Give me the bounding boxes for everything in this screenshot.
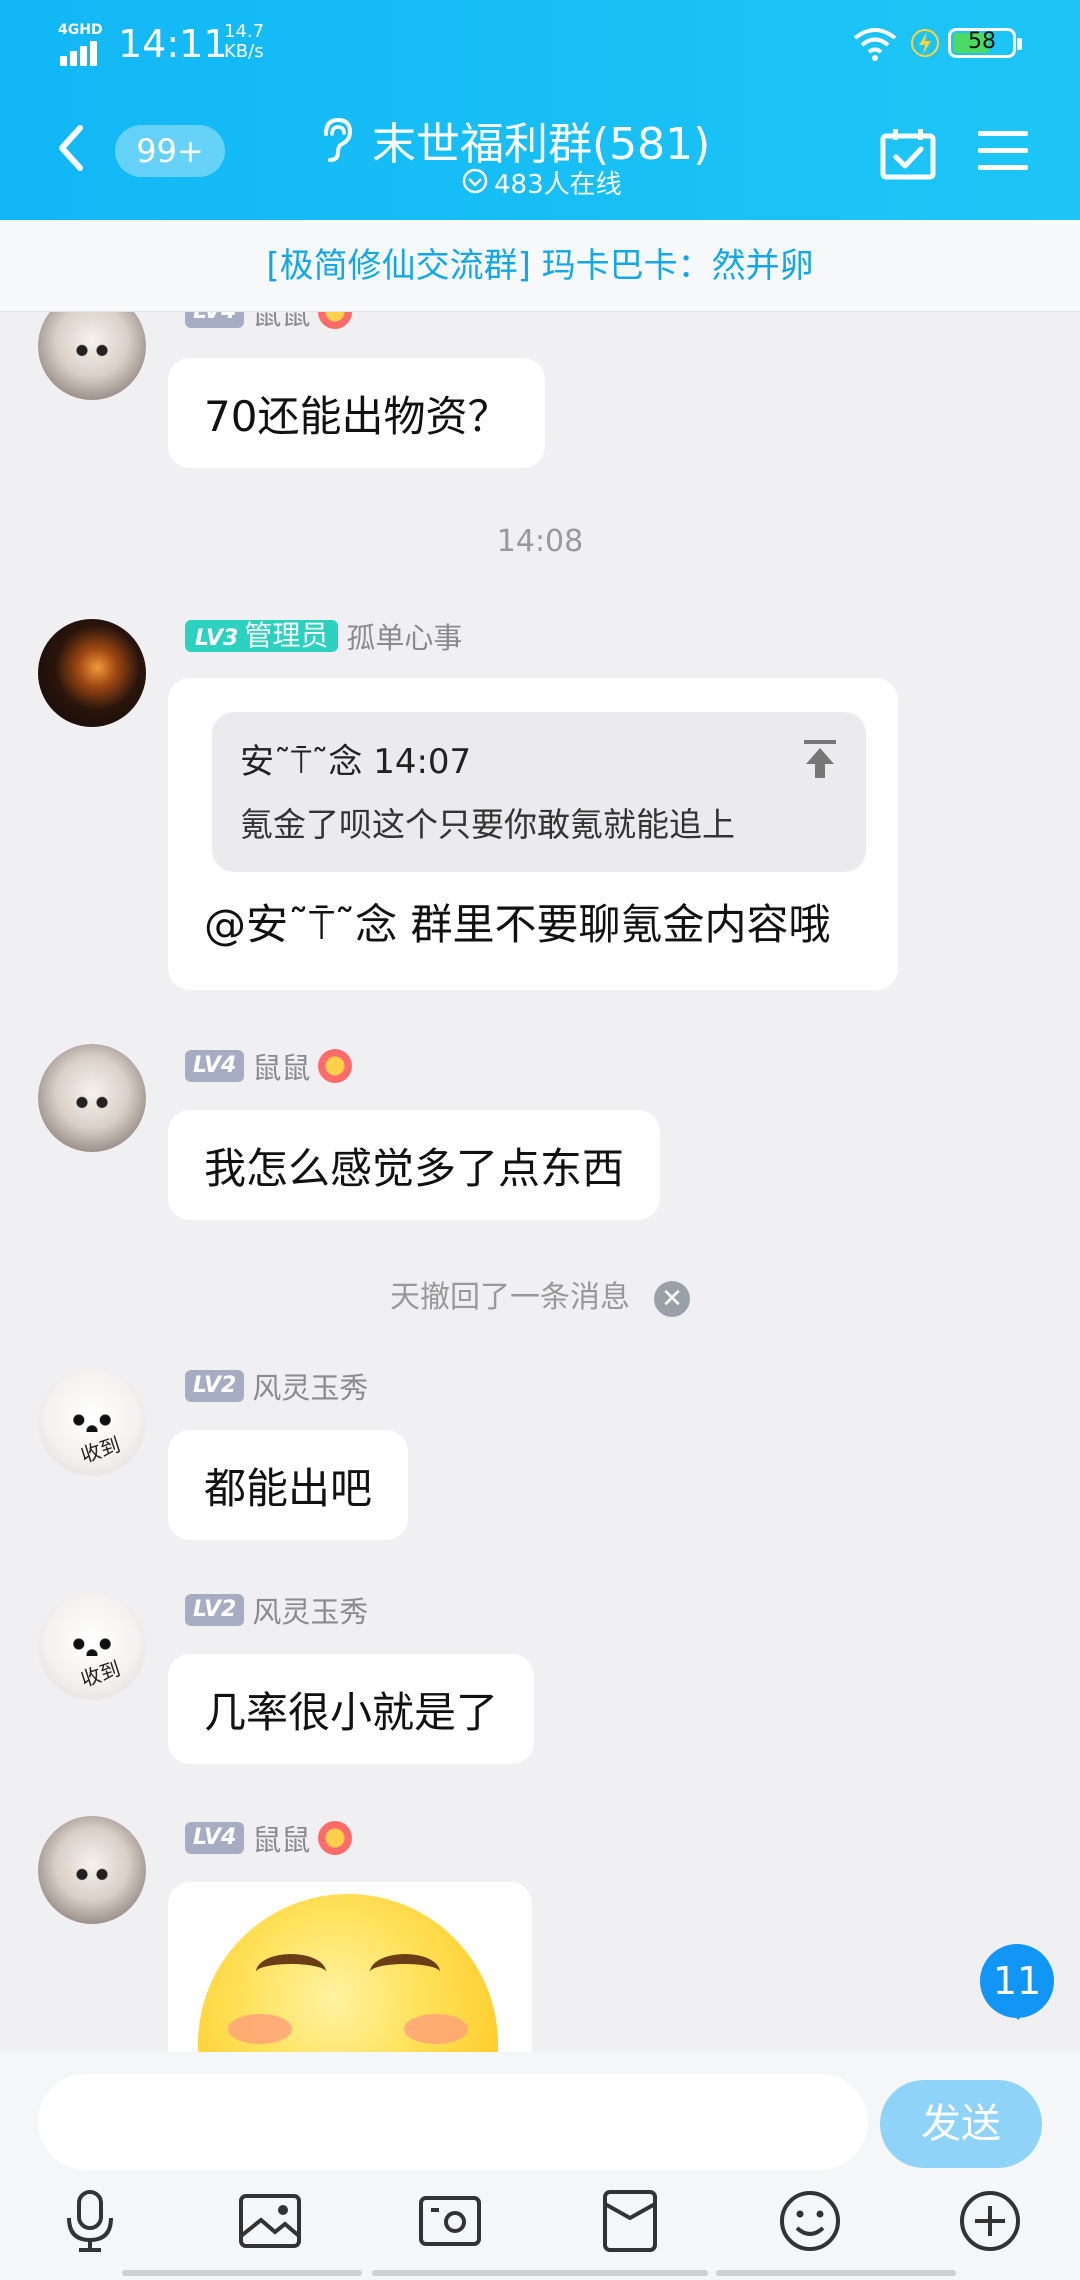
- mic-icon[interactable]: [55, 2186, 125, 2256]
- battery-icon: 58: [948, 28, 1022, 58]
- send-button[interactable]: 发送: [880, 2080, 1042, 2168]
- group-title[interactable]: 末世福利群(581): [372, 108, 710, 172]
- input-bar: 发送: [0, 2052, 1080, 2280]
- flower-icon: [318, 1049, 353, 1083]
- smiley-sticker: [198, 1894, 498, 2052]
- message-text: 都能出吧: [204, 1463, 373, 1513]
- quote-text: 氪金了呗这个只要你敢氪就能追上: [240, 805, 735, 844]
- picture-icon[interactable]: [235, 2186, 305, 2256]
- sender-meta: LV4 鼠鼠: [185, 312, 353, 333]
- flower-icon: [318, 1821, 353, 1855]
- new-message-counter[interactable]: 11: [980, 1944, 1054, 2020]
- battery-level: 58: [968, 29, 996, 54]
- sender-meta: LV3 管理员 孤单心事: [185, 615, 462, 657]
- back-arrow-icon[interactable]: [50, 118, 90, 178]
- sender-meta: LV2 风灵玉秀: [185, 1589, 368, 1631]
- network-speed: 14.7 KB/s: [224, 22, 264, 62]
- sender-name[interactable]: 鼠鼠: [252, 1817, 310, 1859]
- menu-icon[interactable]: [976, 128, 1030, 174]
- nav-indicator: [372, 2270, 708, 2276]
- plus-icon[interactable]: [955, 2186, 1025, 2256]
- message-text: 几率很小就是了: [204, 1687, 499, 1737]
- message-bubble[interactable]: 我怎么感觉多了点东西: [168, 1110, 661, 1220]
- close-icon[interactable]: ✕: [654, 1280, 690, 1317]
- signal-icon: [60, 38, 106, 66]
- sender-meta: LV4 鼠鼠: [185, 1817, 353, 1859]
- sender-name[interactable]: 风灵玉秀: [252, 1589, 368, 1631]
- emoji-icon[interactable]: [775, 2186, 845, 2256]
- recall-text: 天撤回了一条消息: [390, 1280, 630, 1315]
- recall-notice: 天撤回了一条消息 ✕: [0, 1272, 1080, 1317]
- level-badge: LV4: [185, 1050, 245, 1082]
- quote-header: 安˜⍑˜念 14:07: [240, 742, 472, 782]
- flower-icon: [318, 312, 353, 329]
- red-packet-icon[interactable]: [595, 2186, 665, 2256]
- avatar-caption: 收到: [77, 1656, 124, 1692]
- speed-unit: KB/s: [224, 41, 264, 62]
- camera-icon[interactable]: [415, 2186, 485, 2256]
- level-badge: LV4: [185, 1822, 245, 1854]
- sender-name[interactable]: 风灵玉秀: [252, 1365, 368, 1407]
- level-badge: LV2: [185, 1594, 245, 1626]
- calendar-check-icon[interactable]: [880, 128, 936, 180]
- sender-name[interactable]: 孤单心事: [346, 615, 462, 657]
- avatar[interactable]: 收到: [38, 1592, 146, 1700]
- avatar[interactable]: [38, 619, 146, 727]
- avatar[interactable]: [38, 1816, 146, 1924]
- jump-to-top-icon[interactable]: [800, 738, 840, 780]
- message-list[interactable]: LV4 鼠鼠 70还能出物资？ 14:08 LV3管理员 孤单心事 @安˜⍑˜念…: [0, 312, 1080, 2052]
- sender-meta: LV2 风灵玉秀: [185, 1365, 368, 1407]
- charging-icon: [911, 29, 939, 57]
- clock: 14:11: [118, 22, 228, 66]
- sticker-image[interactable]: [168, 1882, 532, 2052]
- admin-badge: LV3 管理员: [185, 619, 339, 652]
- avatar[interactable]: [38, 1044, 146, 1152]
- message-text: @安˜⍑˜念 群里不要聊氪金内容哦: [204, 900, 831, 949]
- sender-name[interactable]: 鼠鼠: [252, 1045, 310, 1087]
- chat-header: 4GHD 14:11 14.7 KB/s 58 99+ 末世福利群(581) 4…: [0, 0, 1080, 220]
- online-count-label: 483人在线: [494, 170, 622, 200]
- speed-value: 14.7: [224, 21, 265, 42]
- level-badge: LV3: [195, 626, 239, 651]
- avatar[interactable]: [38, 312, 146, 400]
- role-label: 管理员: [244, 619, 329, 652]
- online-count: 483人在线: [462, 164, 622, 201]
- wifi-icon: [853, 28, 897, 61]
- avatar[interactable]: 收到: [38, 1368, 146, 1476]
- level-badge: LV2: [185, 1370, 245, 1402]
- message-text: 70还能出物资？: [204, 391, 510, 441]
- message-bubble[interactable]: 70还能出物资？: [168, 358, 546, 468]
- message-bubble[interactable]: 几率很小就是了: [168, 1654, 535, 1764]
- level-badge: LV4: [185, 312, 245, 328]
- message-bubble[interactable]: 都能出吧: [168, 1430, 409, 1540]
- avatar-caption: 收到: [77, 1432, 124, 1468]
- nav-indicator: [716, 2270, 956, 2276]
- status-bar: 4GHD 14:11 14.7 KB/s 58: [0, 20, 1080, 70]
- timestamp: 14:08: [496, 524, 584, 559]
- message-input[interactable]: [38, 2074, 868, 2170]
- message-text: 我怎么感觉多了点东西: [204, 1143, 625, 1193]
- quoted-message[interactable]: 安˜⍑˜念 14:07 氪金了呗这个只要你敢氪就能追上: [212, 712, 866, 872]
- network-type: 4GHD: [58, 22, 103, 38]
- group-notice-banner[interactable]: [极简修仙交流群] 玛卡巴卡：然并卵: [0, 220, 1080, 312]
- sender-name[interactable]: 鼠鼠: [252, 312, 310, 333]
- unread-badge[interactable]: 99+: [115, 125, 225, 177]
- sender-meta: LV4 鼠鼠: [185, 1045, 353, 1087]
- ear-icon[interactable]: [318, 116, 354, 164]
- nav-indicator: [122, 2270, 362, 2276]
